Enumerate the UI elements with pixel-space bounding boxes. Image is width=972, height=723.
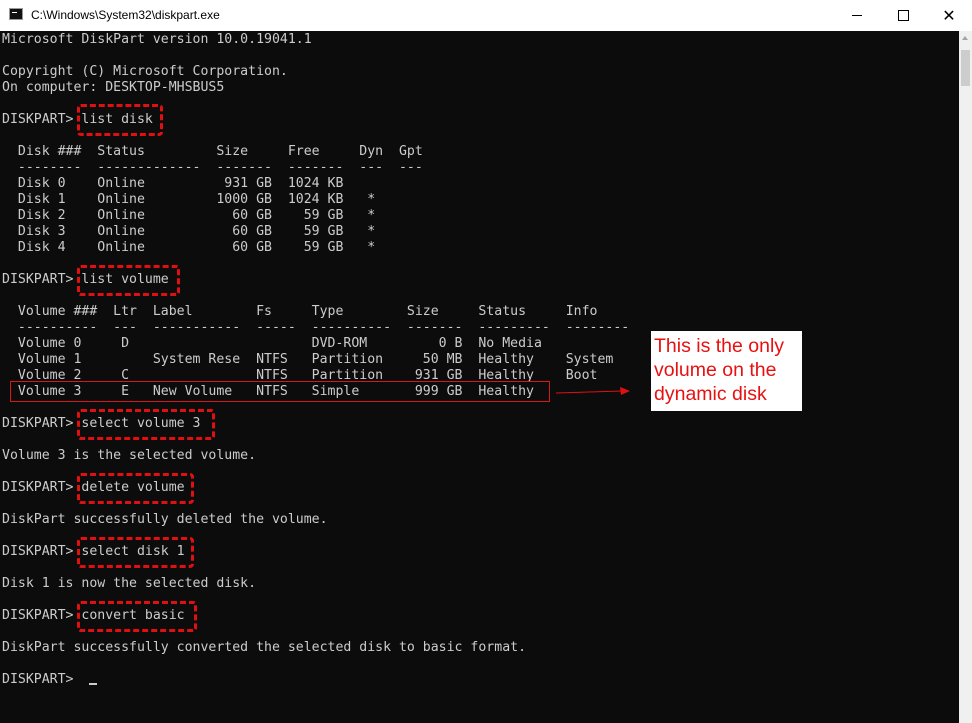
vertical-scrollbar[interactable] — [959, 31, 972, 723]
text-cursor — [89, 683, 98, 685]
console-line: Disk 3 Online 60 GB 59 GB * — [2, 224, 376, 239]
annotation-callout: This is the only volume on the dynamic d… — [651, 331, 802, 411]
console-line: Disk 1 Online 1000 GB 1024 KB * — [2, 192, 376, 207]
console-line: Microsoft DiskPart version 10.0.19041.1 — [2, 32, 312, 47]
highlight-volume-3-row — [10, 381, 550, 402]
console-line: Copyright (C) Microsoft Corporation. — [2, 64, 288, 79]
console-line: Disk ### Status Size Free Dyn Gpt — [2, 144, 423, 159]
highlight-select-disk — [77, 537, 194, 568]
console-line: Volume ### Ltr Label Fs Type Size Status… — [2, 304, 598, 319]
minimize-icon — [852, 15, 862, 16]
console-line: -------- ------------- ------- ------- -… — [2, 160, 423, 175]
console-line: Disk 0 Online 931 GB 1024 KB — [2, 176, 344, 191]
console-line: Disk 2 Online 60 GB 59 GB * — [2, 208, 376, 223]
console-line: ---------- --- ----------- ----- -------… — [2, 320, 630, 335]
minimize-button[interactable] — [834, 0, 880, 31]
highlight-select-volume — [77, 409, 215, 440]
console-line: DiskPart successfully deleted the volume… — [2, 512, 328, 527]
highlight-delete-volume — [77, 473, 194, 504]
highlight-list-volume — [77, 265, 180, 296]
console-line: Volume 3 is the selected volume. — [2, 448, 257, 463]
console-line: Disk 1 is now the selected disk. — [2, 576, 257, 591]
highlight-list-disk — [77, 104, 163, 136]
console-line: Volume 0 D DVD-ROM 0 B No Media — [2, 336, 542, 351]
console-line: Volume 1 System Rese NTFS Partition 50 M… — [2, 352, 614, 367]
callout-line-2: volume on the — [654, 359, 777, 381]
scroll-thumb[interactable] — [961, 50, 970, 86]
console-line: DISKPART> — [2, 672, 98, 688]
maximize-icon — [897, 10, 909, 21]
title-bar: C:\Windows\System32\diskpart.exe ✕ — [0, 0, 972, 32]
maximize-button[interactable] — [880, 0, 926, 31]
console-line: On computer: DESKTOP-MHSBUS5 — [2, 80, 225, 95]
window-title: C:\Windows\System32\diskpart.exe — [31, 8, 220, 22]
callout-line-3: dynamic disk — [654, 383, 767, 405]
console-app-icon — [9, 8, 23, 20]
scroll-up-arrow-icon[interactable] — [962, 36, 968, 40]
close-icon: ✕ — [942, 5, 956, 25]
callout-line-1: This is the only — [654, 335, 785, 357]
console-line: Disk 4 Online 60 GB 59 GB * — [2, 240, 376, 255]
close-button[interactable]: ✕ — [926, 0, 972, 31]
highlight-convert-basic — [77, 601, 197, 632]
console-line: DiskPart successfully converted the sele… — [2, 640, 527, 655]
